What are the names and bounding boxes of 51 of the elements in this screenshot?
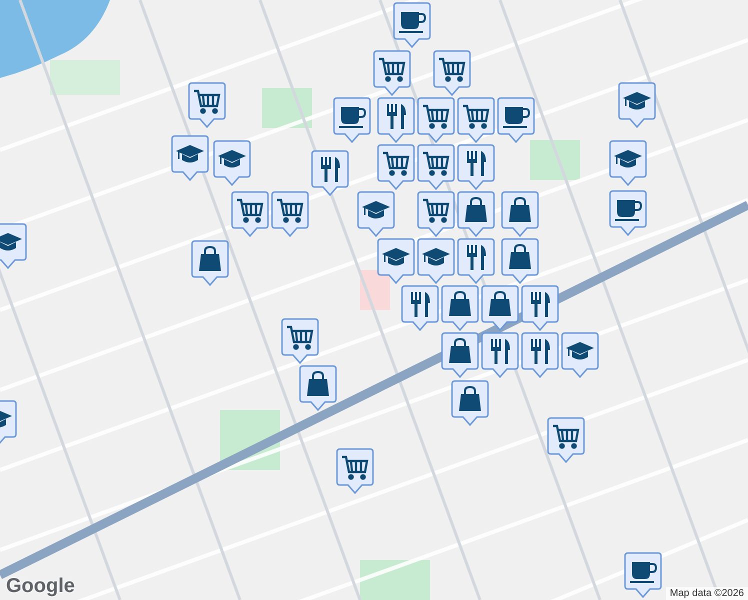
- graduation-cap-icon: [176, 145, 204, 162]
- graduation-cap-icon: [614, 150, 642, 168]
- shopping-bag-icon: [459, 386, 481, 411]
- shopping-cart-icon: [463, 104, 490, 129]
- park-area: [530, 140, 580, 180]
- coffee-cup-icon: [399, 12, 426, 33]
- shopping-cart-icon: [379, 58, 406, 82]
- graduation-cap-icon: [362, 201, 390, 218]
- shopping-bag-icon: [199, 246, 221, 271]
- fork-and-knife-icon: [531, 339, 550, 364]
- fork-and-knife-icon: [491, 339, 510, 364]
- graduation-cap-icon: [382, 248, 410, 266]
- shopping-bag-icon: [489, 291, 511, 316]
- graduation-cap-icon: [566, 342, 594, 360]
- map[interactable]: Google Map data ©2026: [0, 0, 748, 600]
- shopping-cart-icon: [277, 198, 304, 223]
- shopping-bag-icon: [307, 371, 329, 396]
- park-area: [360, 560, 430, 600]
- shopping-cart-icon: [423, 104, 450, 129]
- coffee-cup-icon: [615, 200, 642, 221]
- map-attribution: Map data ©2026: [666, 587, 748, 600]
- coffee-cup-icon: [630, 562, 657, 583]
- fork-and-knife-icon: [531, 292, 550, 317]
- fork-and-knife-icon: [387, 104, 406, 129]
- shopping-cart-icon: [423, 198, 450, 223]
- shopping-bag-icon: [509, 197, 531, 222]
- shopping-cart-icon: [237, 198, 264, 223]
- shopping-bag-icon: [509, 244, 531, 269]
- coffee-cup-icon: [503, 107, 530, 128]
- coffee-cup-icon: [339, 107, 366, 128]
- shopping-bag-icon: [449, 291, 471, 316]
- graduation-cap-icon: [0, 233, 22, 250]
- shopping-cart-icon: [287, 326, 314, 350]
- graduation-cap-icon: [623, 92, 651, 110]
- shopping-cart-icon: [383, 152, 410, 176]
- shopping-cart-icon: [342, 456, 368, 480]
- fork-and-knife-icon: [467, 245, 486, 270]
- shopping-cart-icon: [439, 58, 466, 82]
- graduation-cap-icon: [422, 248, 450, 266]
- graduation-cap-icon: [218, 150, 246, 168]
- graduation-cap-icon: [0, 410, 12, 428]
- shopping-bag-icon: [449, 338, 471, 363]
- shopping-bag-icon: [465, 197, 487, 222]
- map-provider-logo: Google: [6, 575, 75, 598]
- shopping-cart-icon: [194, 90, 220, 114]
- shopping-cart-icon: [553, 424, 580, 449]
- park-area: [50, 60, 120, 95]
- fork-and-knife-icon: [321, 157, 340, 182]
- fork-and-knife-icon: [411, 292, 430, 317]
- shopping-cart-icon: [423, 152, 450, 176]
- fork-and-knife-icon: [467, 151, 486, 176]
